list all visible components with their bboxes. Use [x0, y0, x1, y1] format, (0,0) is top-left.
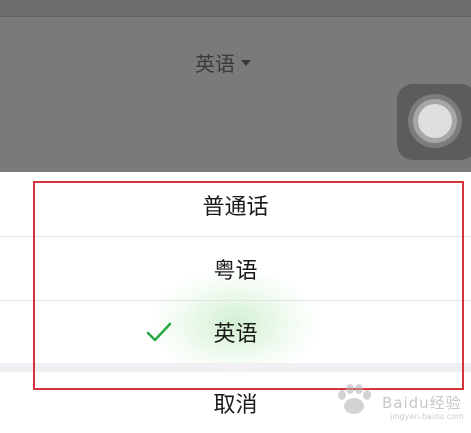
watermark: Baidu经验 jingyan.baidu.com	[330, 380, 470, 428]
checkmark-icon	[146, 322, 172, 342]
paw-logo-icon	[338, 384, 371, 414]
watermark-text: Baidu经验	[382, 394, 462, 412]
option-english[interactable]: 英语	[0, 301, 471, 363]
cancel-label: 取消	[213, 392, 258, 418]
top-divider	[0, 16, 471, 17]
language-selector-label: 英语	[195, 51, 235, 76]
option-mandarin[interactable]: 普通话	[0, 174, 471, 236]
assistive-touch-icon	[408, 94, 462, 148]
language-selector[interactable]: 英语	[195, 46, 251, 78]
assistive-touch-button[interactable]	[397, 84, 471, 160]
option-label: 普通话	[202, 195, 269, 220]
screen: 英语 普通话 粤语 英语 取消 Baidu经验 jingyan.baidu.co…	[0, 0, 471, 433]
option-label: 粤语	[213, 258, 258, 284]
top-bar	[0, 0, 471, 16]
sheet-gap	[0, 363, 471, 372]
caret-down-icon	[241, 60, 251, 66]
option-cantonese[interactable]: 粤语	[0, 237, 471, 300]
option-label: 英语	[213, 322, 258, 347]
watermark-url: jingyan.baidu.com	[390, 412, 464, 421]
